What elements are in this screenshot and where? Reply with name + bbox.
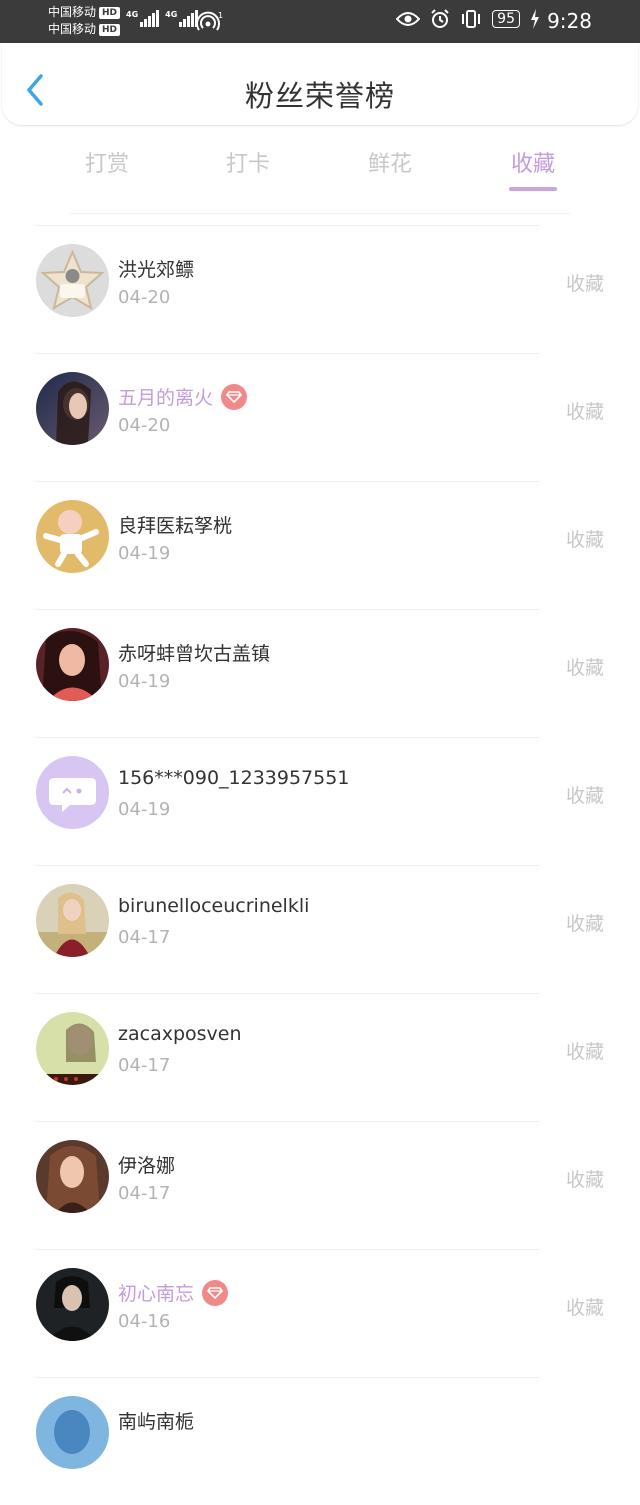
list-item[interactable]: zacaxposven 04-17 收藏	[0, 993, 640, 1121]
page-title: 粉丝荣誉榜	[244, 79, 395, 113]
signal-icons: 4G 4G	[126, 10, 199, 27]
date: 04-17	[118, 1055, 171, 1076]
date: 04-17	[118, 1183, 171, 1204]
date: 04-16	[118, 1311, 171, 1332]
action-label: 收藏	[565, 913, 604, 935]
active-tab-indicator	[509, 187, 557, 191]
user-name: 初心南忘	[118, 1279, 229, 1306]
list-item[interactable]: 初心南忘 04-16 收藏	[0, 1249, 640, 1377]
list-item[interactable]: 良拜医耘孥桄 04-19 收藏	[0, 481, 640, 609]
date: 04-19	[118, 543, 171, 564]
action-label: 收藏	[565, 401, 604, 423]
user-name: 五月的离火	[118, 383, 248, 410]
divider	[35, 481, 540, 482]
divider	[35, 1249, 540, 1250]
battery-indicator: 95	[492, 10, 520, 28]
list-item[interactable]: 伊洛娜 04-17 收藏	[0, 1121, 640, 1249]
avatar	[36, 756, 109, 829]
list-item[interactable]: 赤呀蚌曾坎古盖镇 04-19 收藏	[0, 609, 640, 737]
action-label: 收藏	[565, 1169, 604, 1191]
tab-bar: 打赏 打卡 鲜花 收藏	[0, 140, 640, 200]
action-label: 收藏	[565, 273, 604, 295]
user-name: 伊洛娜	[118, 1155, 176, 1177]
avatar	[36, 1268, 109, 1341]
user-name: 156***090_1233957551	[118, 767, 350, 789]
user-name: zacaxposven	[118, 1023, 242, 1045]
eye-icon	[396, 12, 421, 26]
action-label: 收藏	[565, 1297, 604, 1319]
signal-icon: 4G	[126, 10, 160, 27]
action-label: 收藏	[565, 529, 604, 551]
divider	[70, 213, 570, 214]
clock: 9:28	[547, 9, 592, 33]
avatar	[36, 1396, 109, 1469]
diamond-icon	[202, 1279, 229, 1306]
divider	[35, 225, 540, 226]
list-item[interactable]: 五月的离火 04-20 收藏	[0, 353, 640, 481]
svg-text:1: 1	[218, 11, 223, 20]
date: 04-19	[118, 671, 171, 692]
avatar	[36, 372, 109, 445]
date: 04-20	[118, 287, 171, 308]
tab-flowers[interactable]: 鲜花	[345, 146, 435, 178]
date: 04-19	[118, 799, 171, 820]
fan-list: 洪光郊鳔 04-20 收藏 五月的离火 04-20 收藏 良拜医耘孥桄 04-1…	[0, 225, 640, 1505]
action-label: 收藏	[565, 785, 604, 807]
list-item[interactable]: 洪光郊鳔 04-20 收藏	[0, 225, 640, 353]
status-bar: 中国移动 HD 中国移动 HD 4G 4G 1 95 9:28	[0, 0, 640, 43]
signal-icon: 4G	[165, 10, 199, 27]
action-label: 收藏	[565, 1041, 604, 1063]
avatar	[36, 1140, 109, 1213]
carrier-1: 中国移动	[48, 5, 97, 19]
divider	[35, 353, 540, 354]
date: 04-17	[118, 927, 171, 948]
alarm-icon	[431, 9, 449, 28]
charging-icon	[531, 9, 539, 29]
avatar	[36, 884, 109, 957]
list-item[interactable]: 南屿南栀	[0, 1377, 640, 1505]
user-name: 赤呀蚌曾坎古盖镇	[118, 643, 271, 665]
divider	[35, 865, 540, 866]
vibrate-icon	[462, 10, 481, 28]
status-icons: 95	[396, 9, 540, 29]
list-item[interactable]: 156***090_1233957551 04-19 收藏	[0, 737, 640, 865]
tab-checkin[interactable]: 打卡	[203, 146, 293, 178]
user-name: birunelloceucrinelkli	[118, 895, 310, 917]
hotspot-icon: 1	[197, 11, 223, 31]
divider	[35, 1377, 540, 1378]
user-name: 洪光郊鳔	[118, 259, 195, 281]
header: 粉丝荣誉榜	[2, 43, 638, 125]
avatar	[36, 500, 109, 573]
action-label: 收藏	[565, 657, 604, 679]
tab-favorites[interactable]: 收藏	[488, 146, 578, 178]
divider	[35, 993, 540, 994]
tab-reward[interactable]: 打赏	[62, 146, 152, 178]
divider	[35, 609, 540, 610]
carrier-2: 中国移动	[48, 22, 97, 36]
avatar	[36, 628, 109, 701]
hd-badge: HD	[99, 6, 121, 19]
divider	[35, 737, 540, 738]
list-item[interactable]: birunelloceucrinelkli 04-17 收藏	[0, 865, 640, 993]
user-name: 良拜医耘孥桄	[118, 515, 233, 537]
date: 04-20	[118, 415, 171, 436]
hd-badge: HD	[99, 23, 121, 36]
avatar	[36, 1012, 109, 1085]
carrier-info: 中国移动 HD 中国移动 HD	[48, 4, 121, 38]
diamond-icon	[221, 383, 248, 410]
user-name: 南屿南栀	[118, 1411, 195, 1433]
divider	[35, 1121, 540, 1122]
avatar	[36, 244, 109, 317]
